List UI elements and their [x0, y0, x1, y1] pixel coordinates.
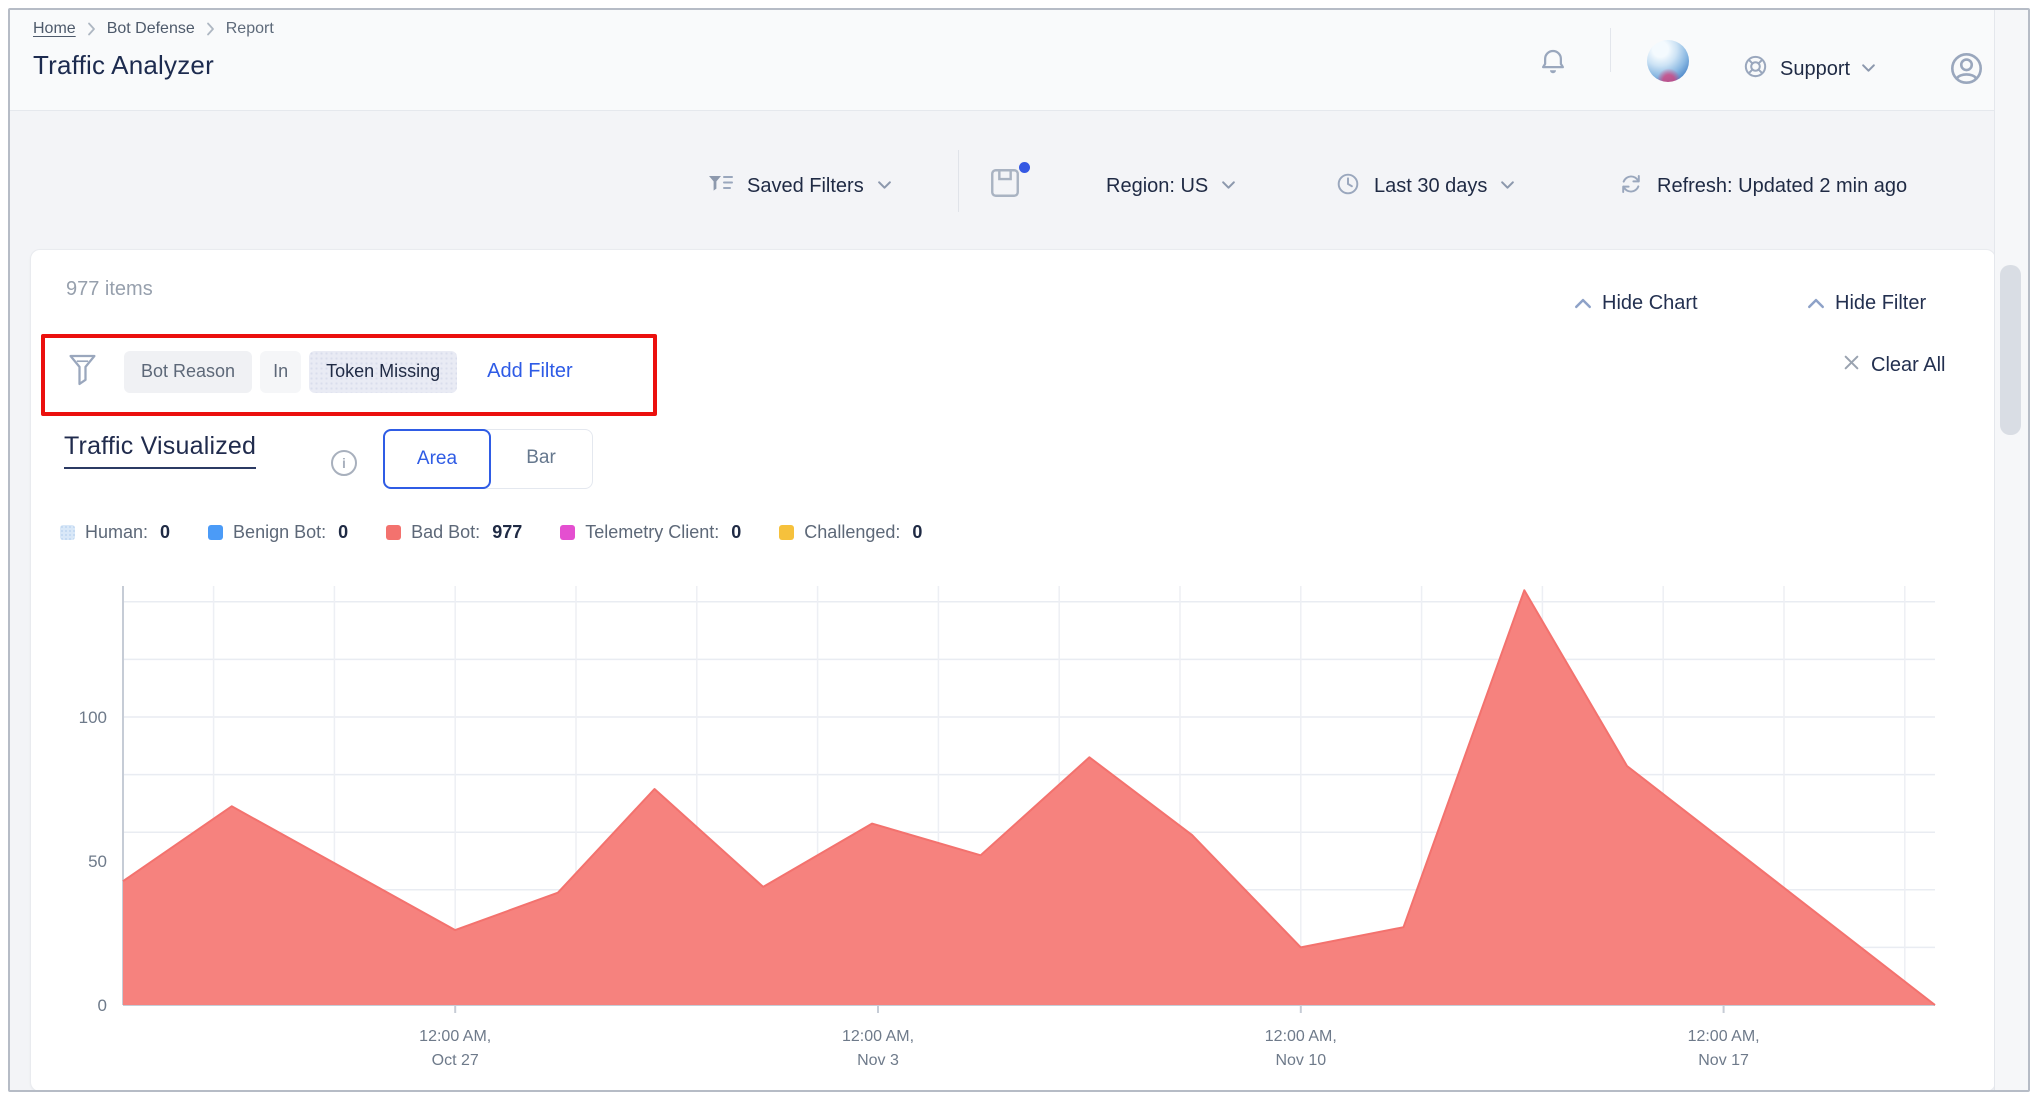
legend-label: Bad Bot:	[411, 522, 481, 542]
svg-text:12:00 AM,: 12:00 AM,	[419, 1028, 491, 1045]
time-range-label: Last 30 days	[1374, 174, 1488, 197]
legend-swatch	[779, 525, 795, 540]
clear-all-label: Clear All	[1871, 354, 1946, 376]
save-icon	[988, 169, 1022, 204]
avatar[interactable]	[1647, 40, 1689, 82]
toolbar-divider	[958, 150, 959, 212]
legend-value: 0	[731, 522, 742, 542]
filter-operator-pill[interactable]: In	[260, 350, 302, 393]
hide-chart-toggle[interactable]: Hide Chart	[1574, 292, 1698, 315]
header-divider	[1610, 28, 1611, 72]
notifications-button[interactable]	[1538, 46, 1568, 83]
legend-label: Telemetry Client:	[585, 522, 720, 542]
legend-swatch	[60, 525, 75, 540]
chevron-down-icon	[1221, 177, 1236, 195]
clock-icon	[1335, 171, 1361, 202]
chevron-down-icon	[1861, 60, 1876, 78]
legend-item-challenged[interactable]: Challenged: 0	[779, 522, 922, 543]
support-label: Support	[1780, 57, 1851, 80]
legend-label: Human:	[85, 522, 149, 542]
filter-field-pill[interactable]: Bot Reason	[124, 350, 253, 393]
area-view-button[interactable]: Area	[383, 429, 491, 489]
breadcrumb: Home Bot Defense Report	[33, 20, 274, 38]
legend-item-benign-bot[interactable]: Benign Bot: 0	[208, 522, 348, 543]
hide-filter-toggle[interactable]: Hide Filter	[1807, 292, 1926, 315]
user-icon	[1948, 50, 1985, 92]
clear-all-button[interactable]: Clear All	[1843, 354, 1945, 377]
chevron-right-icon	[206, 22, 215, 36]
svg-text:12:00 AM,: 12:00 AM,	[1688, 1028, 1760, 1045]
chevron-right-icon	[87, 22, 96, 36]
scrollbar-thumb[interactable]	[2000, 265, 2021, 435]
legend-item-human[interactable]: Human: 0	[60, 522, 170, 543]
saved-filters-label: Saved Filters	[747, 174, 864, 197]
support-menu[interactable]: Support	[1742, 53, 1876, 85]
traffic-visualized-title[interactable]: Traffic Visualized	[64, 432, 257, 469]
chevron-up-icon	[1807, 292, 1825, 315]
region-label: Region: US	[1106, 174, 1209, 197]
bell-icon	[1538, 46, 1568, 83]
region-dropdown[interactable]: Region: US	[1106, 168, 1236, 204]
page-header: Home Bot Defense Report Traffic Analyzer	[10, 10, 2028, 111]
filter-list-icon	[707, 172, 734, 201]
legend-value: 977	[492, 522, 523, 542]
svg-text:0: 0	[98, 996, 107, 1015]
lifebuoy-icon	[1742, 53, 1769, 85]
breadcrumb-home-link[interactable]: Home	[33, 20, 76, 38]
info-icon[interactable]: i	[331, 450, 357, 476]
legend-item-bad-bot[interactable]: Bad Bot: 977	[386, 522, 522, 543]
legend-label: Challenged:	[804, 522, 901, 542]
chevron-down-icon	[877, 177, 892, 195]
legend-value: 0	[160, 522, 171, 542]
filter-bar: Bot Reason In Token Missing Add Filter	[67, 350, 573, 393]
chart-view-toggle: Area Bar	[383, 429, 593, 489]
legend-swatch	[208, 525, 224, 540]
svg-text:Nov 10: Nov 10	[1275, 1052, 1326, 1069]
traffic-chart-svg: 12:00 AM, Oct 27 12:00 AM, Nov 3 12:00 AM, No…	[79, 586, 1936, 1069]
legend-item-telemetry-client[interactable]: Telemetry Client: 0	[560, 522, 741, 543]
svg-text:12:00 AM,: 12:00 AM,	[842, 1028, 914, 1045]
chevron-up-icon	[1574, 292, 1592, 315]
add-filter-button[interactable]: Add Filter	[487, 360, 573, 383]
svg-text:100: 100	[79, 708, 107, 727]
report-card: 977 items Hide Chart Hide Filter Bot Rea…	[30, 249, 1996, 1090]
save-filter-button[interactable]	[988, 162, 1030, 206]
unsaved-changes-dot	[1019, 162, 1030, 173]
legend-label: Benign Bot:	[233, 522, 327, 542]
app-viewport: Home Bot Defense Report Traffic Analyzer	[10, 10, 2028, 1090]
svg-text:12:00 AM,: 12:00 AM,	[1265, 1028, 1337, 1045]
svg-text:Nov 3: Nov 3	[857, 1052, 899, 1069]
breadcrumb-report: Report	[225, 20, 274, 37]
filter-value-pill[interactable]: Token Missing	[309, 350, 458, 393]
bar-view-button[interactable]: Bar	[490, 430, 592, 486]
refresh-icon	[1618, 171, 1644, 202]
svg-text:Oct 27: Oct 27	[432, 1052, 479, 1069]
chevron-down-icon	[1500, 177, 1515, 195]
breadcrumb-bot-defense[interactable]: Bot Defense	[107, 20, 195, 38]
saved-filters-dropdown[interactable]: Saved Filters	[707, 168, 892, 204]
refresh-button[interactable]: Refresh: Updated 2 min ago	[1618, 168, 1907, 204]
time-range-dropdown[interactable]: Last 30 days	[1335, 168, 1515, 204]
hide-chart-label: Hide Chart	[1602, 292, 1698, 314]
close-icon	[1843, 354, 1860, 377]
page-title: Traffic Analyzer	[33, 50, 214, 80]
chart-legend: Human: 0 Benign Bot: 0 Bad Bot: 977 Telemetry …	[60, 522, 922, 543]
svg-text:Nov 17: Nov 17	[1698, 1052, 1749, 1069]
refresh-status-label: Refresh: Updated 2 min ago	[1657, 174, 1908, 197]
legend-value: 0	[912, 522, 923, 542]
scrollbar-track[interactable]	[1994, 10, 2028, 1090]
legend-value: 0	[338, 522, 349, 542]
traffic-chart: 12:00 AM, Oct 27 12:00 AM, Nov 3 12:00 AM, No…	[31, 550, 1995, 1078]
funnel-icon	[67, 352, 98, 393]
legend-swatch	[386, 525, 402, 540]
items-count: 977 items	[66, 278, 153, 300]
svg-text:50: 50	[88, 852, 107, 871]
legend-swatch	[560, 525, 576, 540]
hide-filter-label: Hide Filter	[1835, 292, 1927, 314]
report-toolbar: Saved Filters Region: US Last 30 days Re…	[10, 110, 2028, 220]
